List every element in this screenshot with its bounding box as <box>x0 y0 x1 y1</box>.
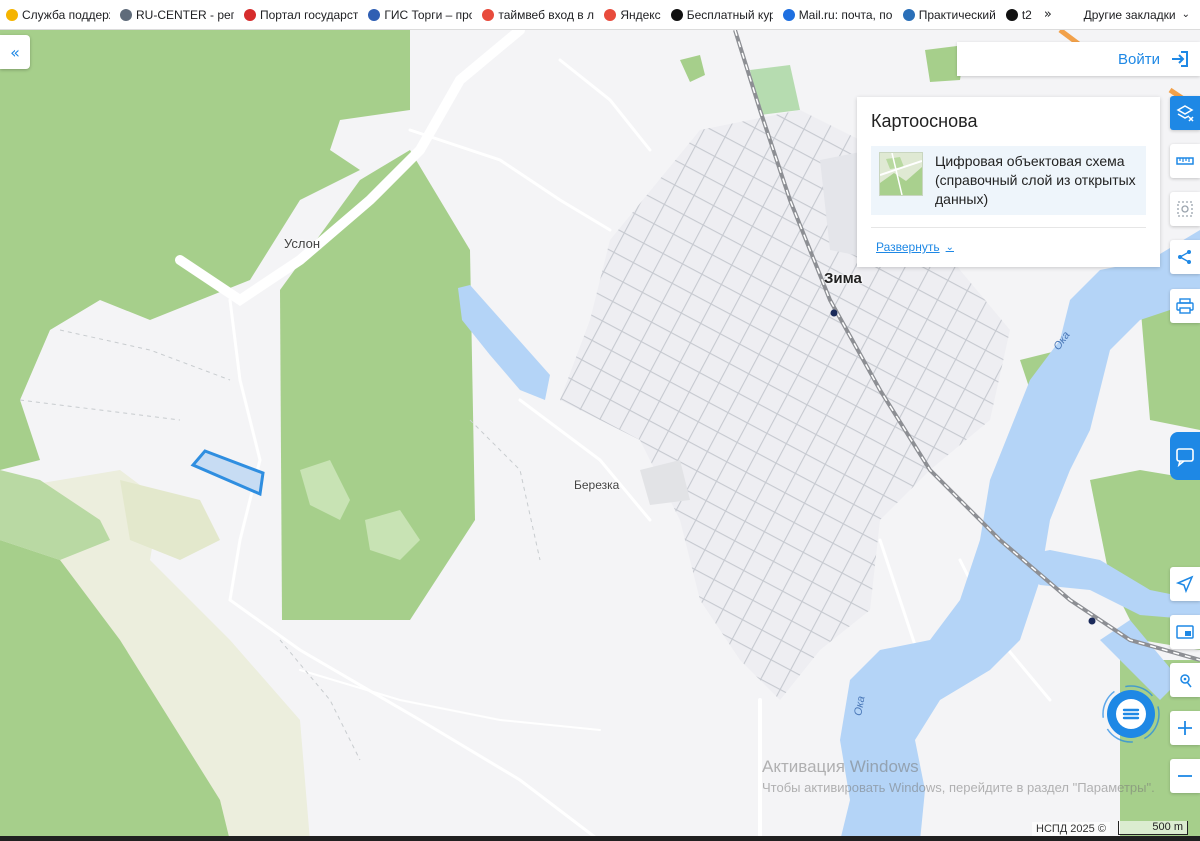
star-icon <box>670 8 683 21</box>
chat-icon <box>1102 685 1160 743</box>
bookmark-item[interactable]: Mail.ru: почта, пои <box>782 7 893 22</box>
area-select-icon <box>1177 201 1193 217</box>
yandex-icon <box>604 8 617 21</box>
bookmark-label: Практический <box>918 7 996 22</box>
bookmark-item[interactable]: t2 <box>1005 7 1032 22</box>
bookmark-label: Яндекс <box>620 7 661 22</box>
ruler-icon <box>1176 157 1194 165</box>
my-location-button[interactable] <box>1170 567 1200 601</box>
taskbar-edge <box>0 836 1200 841</box>
panel-divider <box>871 227 1146 228</box>
chevron-icon <box>6 8 18 21</box>
expand-link[interactable]: Развернуть ⌄ <box>876 240 954 254</box>
expand-label: Развернуть <box>876 240 940 254</box>
basemap-panel: Картооснова Цифровая объектовая схема (с… <box>857 97 1160 267</box>
feedback-tab[interactable] <box>1170 432 1200 480</box>
layer-thumbnail <box>879 152 923 196</box>
layers-icon <box>1176 105 1194 122</box>
label-uslon: Услон <box>284 236 321 251</box>
minimap-button[interactable] <box>1170 615 1200 649</box>
yandex-icon <box>482 8 495 21</box>
zoom-in-button[interactable] <box>1170 711 1200 745</box>
station-marker[interactable] <box>830 309 838 317</box>
bookmark-label: t2 <box>1021 7 1032 22</box>
login-button[interactable]: Войти <box>957 42 1200 76</box>
login-label: Войти <box>1118 50 1160 68</box>
bookmark-label: Служба поддерж <box>22 7 110 22</box>
chat-assistant-button[interactable] <box>1101 684 1161 744</box>
bookmark-item[interactable]: Портал государст <box>244 8 358 22</box>
layer-name: Цифровая объектовая схема (справочный сл… <box>935 153 1136 207</box>
basemap-panel-title: Картооснова <box>871 111 978 131</box>
bookmark-label: RU-CENTER - регі <box>136 7 234 22</box>
geolocation-search-button[interactable] <box>1170 663 1200 697</box>
share-button[interactable] <box>1170 240 1200 274</box>
dots-icon <box>120 8 132 21</box>
minimap-icon <box>1176 625 1194 639</box>
printer-icon <box>1176 298 1194 314</box>
bookmark-label: ГИС Торги – прод <box>384 7 472 22</box>
collapse-sidebar-button[interactable]: « <box>0 35 30 69</box>
t2-icon <box>1005 8 1018 21</box>
other-bookmarks-button[interactable]: Другие закладки ⌄ <box>1084 8 1190 22</box>
bookmark-label: Бесплатный курс <box>686 7 773 22</box>
globe-icon <box>902 8 915 21</box>
location-arrow-icon <box>1176 575 1194 593</box>
share-icon <box>1178 250 1191 264</box>
label-zima: Зима <box>824 270 862 287</box>
basemap-layer-option[interactable]: Цифровая объектовая схема (справочный сл… <box>871 146 1146 215</box>
print-button[interactable] <box>1170 289 1200 323</box>
flag-icon <box>244 8 256 21</box>
bookmarks-bar: Служба поддерж RU-CENTER - регі Портал гос… <box>0 0 1200 30</box>
bookmarks-more-button[interactable]: » <box>1044 7 1052 22</box>
scale-bar: 500 m <box>1118 821 1188 835</box>
bookmark-item[interactable]: Практический <box>902 7 996 22</box>
station-marker[interactable] <box>1088 617 1096 625</box>
map-attribution[interactable]: НСПД 2025 © <box>1032 822 1110 836</box>
bookmark-item[interactable]: RU-CENTER - регі <box>120 8 234 22</box>
bookmark-item[interactable]: Служба поддерж <box>6 8 110 22</box>
bookmarks-list: Служба поддерж RU-CENTER - регі Портал гос… <box>6 8 1042 22</box>
bookmark-item[interactable]: Бесплатный курс <box>670 7 773 22</box>
area-select-button[interactable] <box>1170 192 1200 226</box>
minus-icon <box>1178 775 1192 777</box>
zoom-out-button[interactable] <box>1170 759 1200 793</box>
feedback-icon <box>1176 448 1194 467</box>
bookmark-label: Mail.ru: почта, пои <box>798 7 893 22</box>
geo-target-icon <box>1180 674 1192 688</box>
other-bookmarks-label: Другие закладки <box>1083 7 1176 22</box>
emblem-icon <box>368 8 381 21</box>
label-berezka: Березка <box>574 478 620 492</box>
double-chevron-left-icon: « <box>10 42 20 62</box>
chevron-down-icon: ⌄ <box>945 241 954 253</box>
at-icon <box>782 8 795 21</box>
bookmark-label: Портал государст <box>260 7 359 22</box>
bookmark-item[interactable]: Яндекс <box>604 7 661 22</box>
measure-button[interactable] <box>1170 144 1200 178</box>
chevron-down-icon: ⌄ <box>1181 9 1190 20</box>
bookmark-item[interactable]: таймвеб вход в лі <box>482 8 594 22</box>
bookmark-label: таймвеб вход в лі <box>498 7 595 22</box>
plus-icon <box>1178 721 1192 735</box>
login-icon <box>1172 51 1188 67</box>
bookmark-item[interactable]: ГИС Торги – прод <box>368 8 472 22</box>
basemap-layers-button[interactable] <box>1170 96 1200 130</box>
